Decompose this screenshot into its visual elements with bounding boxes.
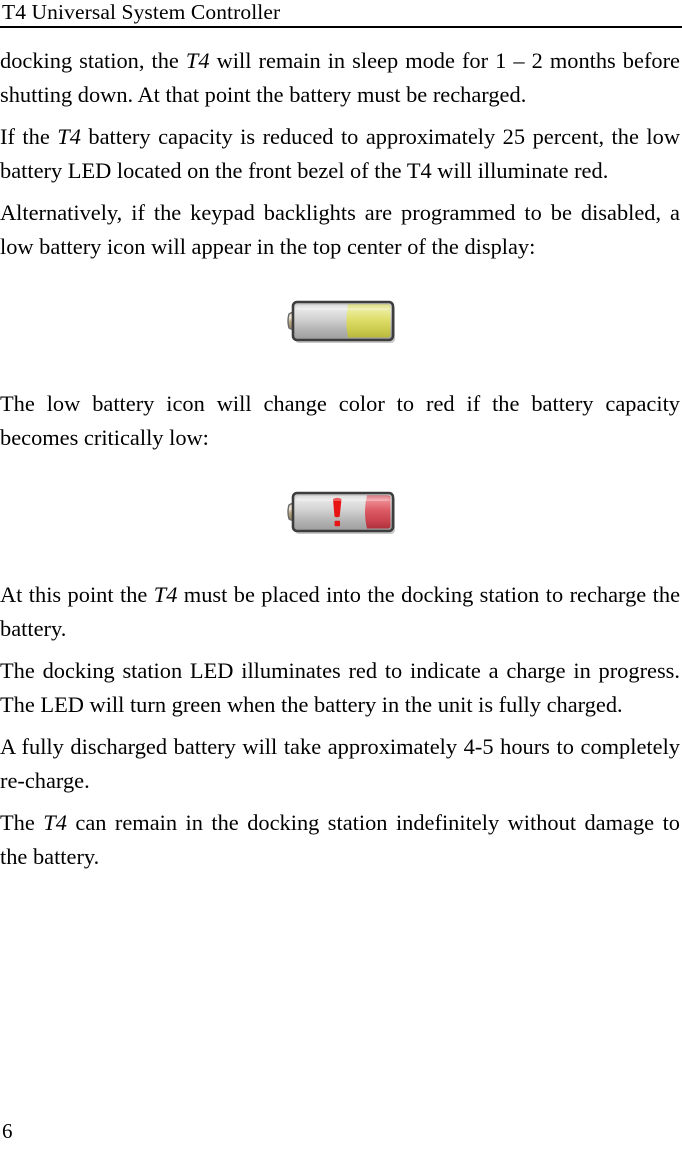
paragraph-text: If the (0, 124, 58, 149)
paragraph-critical-color-change: The low battery icon will change color t… (0, 391, 680, 450)
paragraph-recharge-time: A fully discharged battery will take app… (0, 734, 680, 793)
header-title: T4 Universal System Controller (2, 0, 281, 24)
figure-spacer (0, 540, 682, 578)
product-name-italic: T4 (153, 582, 178, 607)
paragraph-backlights-disabled: Alternatively, if the keypad backlights … (0, 200, 680, 259)
page-number: 6 (2, 1119, 13, 1143)
header-rule (0, 26, 682, 28)
product-name-italic: T4 (43, 810, 67, 835)
page-header: T4 Universal System Controller (0, 0, 682, 30)
product-name-italic: T4 (185, 48, 210, 73)
paragraph-low-battery-led: If the T4 battery capacity is reduced to… (0, 120, 680, 187)
paragraph-text: docking station, the (0, 48, 186, 73)
paragraph-place-into-dock: At this point the T4 must be placed into… (0, 578, 680, 645)
paragraph-text: At this point the (0, 582, 154, 607)
low-battery-icon (285, 298, 397, 344)
paragraph-indefinite-dock: The T4 can remain in the docking station… (0, 806, 680, 873)
figure-low-battery (0, 298, 682, 349)
paragraph-text: battery capacity is reduced to approxima… (0, 124, 680, 183)
paragraph-text: can remain in the docking station indefi… (0, 810, 680, 869)
product-name-italic: T4 (57, 124, 81, 149)
figure-spacer (0, 272, 682, 298)
figure-spacer (0, 349, 682, 387)
paragraph-text: The (0, 810, 44, 835)
paragraph-sleep-mode: docking station, the T4 will remain in s… (0, 44, 680, 111)
figure-spacer (0, 463, 682, 489)
page-body: docking station, the T4 will remain in s… (0, 44, 682, 882)
critical-battery-icon (285, 489, 397, 535)
figure-critical-battery (0, 489, 682, 540)
paragraph-dock-led-status: The docking station LED illuminates red … (0, 658, 680, 717)
document-page: T4 Universal System Controller docking s… (0, 0, 682, 1160)
